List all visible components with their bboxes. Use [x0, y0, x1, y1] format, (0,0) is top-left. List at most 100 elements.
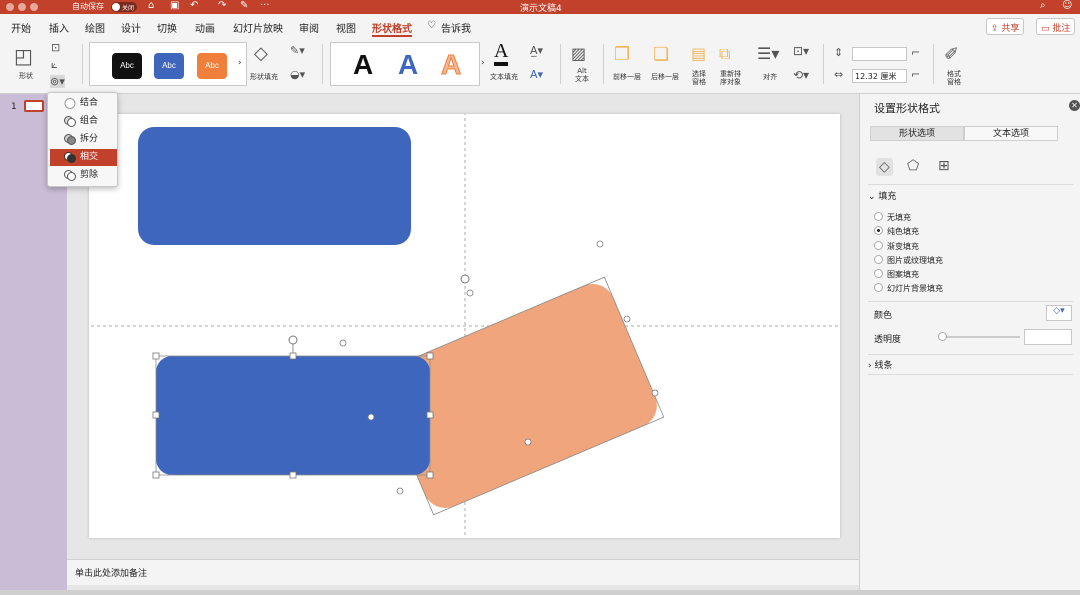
divider	[322, 44, 323, 84]
divider	[82, 44, 83, 84]
width-input[interactable]: 12.32 厘米	[852, 69, 907, 83]
redo-icon[interactable]: ↷	[218, 0, 226, 11]
divider	[868, 301, 1073, 302]
slide-thumbnail[interactable]	[24, 100, 44, 112]
menu-item-subtract[interactable]: 剪除	[50, 167, 117, 184]
transparency-slider[interactable]	[938, 336, 1020, 338]
tab-home[interactable]: 开始	[11, 20, 31, 35]
search-icon[interactable]: ⌕	[1040, 0, 1046, 11]
minimize-window-button[interactable]	[18, 3, 26, 11]
slide-editor	[67, 94, 861, 559]
gallery-next-icon[interactable]: ›	[238, 58, 242, 68]
transparency-input[interactable]	[1024, 329, 1072, 345]
height-input[interactable]	[852, 47, 907, 61]
format-pane-icon[interactable]: ✐	[944, 44, 959, 65]
style-swatch-blue[interactable]: Abc	[154, 53, 184, 79]
more-icon[interactable]: ···	[260, 0, 270, 11]
lock-aspect-icon[interactable]: ⌐	[911, 68, 920, 81]
slide-shapes	[67, 94, 861, 558]
radio-no-fill[interactable]: 无填充	[874, 212, 911, 223]
fill-line-icon[interactable]: ◇	[876, 158, 893, 176]
crop-icon[interactable]: ⌐	[911, 46, 920, 59]
tab-review[interactable]: 审阅	[299, 20, 319, 35]
size-properties-icon[interactable]: ⊞	[938, 158, 950, 174]
notes-pane[interactable]: 单击此处添加备注	[67, 559, 859, 585]
shape-outline-icon[interactable]: ✎▾	[290, 44, 305, 57]
menu-item-label: 剪除	[80, 170, 99, 180]
undo-icon[interactable]: ↶	[190, 0, 198, 11]
top-blue-shape[interactable]	[138, 127, 411, 245]
tab-draw[interactable]: 绘图	[85, 20, 105, 35]
orange-rotate-handle-icon[interactable]	[460, 274, 470, 284]
height-icon: ⇕	[834, 46, 844, 59]
line-section-header[interactable]: › 线条	[868, 358, 892, 371]
wordart-black[interactable]: A	[353, 49, 373, 81]
color-picker-button[interactable]: ◇▾	[1046, 305, 1072, 321]
zoom-window-button[interactable]	[30, 3, 38, 11]
tab-design[interactable]: 设计	[121, 20, 141, 35]
menu-item-combine[interactable]: 组合	[50, 113, 117, 130]
group-icon[interactable]: ⊡▾	[793, 44, 809, 58]
effects-icon[interactable]: ⬠	[907, 158, 919, 174]
tab-view[interactable]: 视图	[336, 20, 356, 35]
text-box-icon[interactable]: ⊡	[51, 41, 60, 54]
radio-gradient-fill[interactable]: 渐变填充	[874, 241, 919, 252]
comments-button[interactable]: ▭ 批注	[1036, 18, 1076, 35]
tab-slideshow[interactable]: 幻灯片放映	[233, 20, 283, 35]
ribbon-toolbar: ◰ 形状 ⊡ ⟀ ⊚▾ ‹ Abc Abc Abc › ◇ 形状填充 ✎▾ ◒▾…	[0, 38, 1080, 94]
menu-item-label: 组合	[80, 116, 99, 126]
home-icon[interactable]: ⌂	[148, 0, 154, 11]
rotate-handle-icon[interactable]	[288, 335, 298, 345]
autosave-toggle[interactable]: 关闭	[111, 2, 137, 12]
text-fill-icon[interactable]: A	[494, 40, 509, 66]
menu-item-union[interactable]: 结合	[50, 95, 117, 112]
wordart-next-icon[interactable]: ›	[481, 58, 485, 68]
menu-item-label: 结合	[80, 98, 99, 108]
close-icon[interactable]: ✕	[1069, 100, 1080, 111]
menu-item-fragment[interactable]: 拆分	[50, 131, 117, 148]
align-icon[interactable]: ☰▾	[757, 44, 779, 63]
tab-shape-options[interactable]: 形状选项	[870, 126, 964, 141]
wordart-orange[interactable]: A	[440, 49, 461, 81]
shape-effects-icon[interactable]: ◒▾	[290, 68, 305, 81]
bring-forward-icon[interactable]: ❐	[614, 44, 630, 65]
radio-pattern-fill[interactable]: 图案填充	[874, 269, 919, 280]
shape-fill-icon[interactable]: ◇	[254, 43, 268, 64]
shapes-icon[interactable]: ◰	[14, 44, 33, 68]
text-outline-icon[interactable]: A̲▾	[530, 44, 543, 57]
divider	[560, 44, 561, 84]
radio-background-fill[interactable]: 幻灯片背景填充	[874, 283, 943, 294]
bottom-blue-shape[interactable]	[156, 356, 430, 475]
wordart-blue[interactable]: A	[398, 49, 418, 81]
merge-shapes-icon[interactable]: ⊚▾	[50, 75, 65, 88]
reorder-icon[interactable]: ⧉	[719, 44, 730, 64]
text-effects-icon[interactable]: A▾	[530, 68, 543, 81]
fill-section-header[interactable]: ⌄ 填充	[868, 189, 896, 202]
radio-solid-fill[interactable]: 纯色填充	[874, 226, 919, 237]
menu-item-intersect[interactable]: 相交	[50, 149, 117, 166]
style-swatch-orange[interactable]: Abc	[197, 53, 227, 79]
style-swatch-black[interactable]: Abc	[112, 53, 142, 79]
share-button[interactable]: ⇪ 共享	[986, 18, 1025, 35]
tab-text-options[interactable]: 文本选项	[964, 126, 1058, 141]
divider	[868, 374, 1073, 375]
send-backward-icon[interactable]: ❏	[653, 44, 669, 65]
account-icon[interactable]: ☺	[1062, 0, 1072, 11]
save-icon[interactable]: ▣	[170, 0, 179, 11]
edit-shape-icon[interactable]: ⟀	[51, 58, 58, 72]
close-window-button[interactable]	[6, 3, 14, 11]
line-section-label: 线条	[874, 361, 893, 371]
slide-canvas[interactable]	[67, 94, 861, 558]
radio-picture-fill[interactable]: 图片或纹理填充	[874, 255, 943, 266]
tab-insert[interactable]: 插入	[49, 20, 69, 35]
alt-text-icon[interactable]: ▨	[571, 44, 586, 63]
edit-icon[interactable]: ✎	[240, 0, 248, 11]
tell-me[interactable]: 告诉我	[441, 20, 471, 35]
divider	[868, 354, 1073, 355]
selection-pane-icon[interactable]: ▤	[691, 44, 706, 63]
tab-animations[interactable]: 动画	[195, 20, 215, 35]
tab-transitions[interactable]: 切换	[157, 20, 177, 35]
tab-shape-format[interactable]: 形状格式	[372, 20, 412, 35]
rotate-icon[interactable]: ⟲▾	[793, 68, 809, 82]
slider-thumb[interactable]	[938, 332, 947, 341]
